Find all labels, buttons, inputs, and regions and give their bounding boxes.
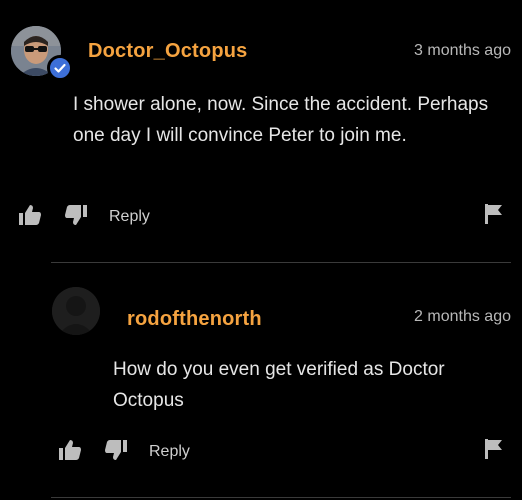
thumbs-up-icon[interactable] <box>18 204 42 226</box>
comment-text: How do you even get verified as Doctor O… <box>113 359 445 411</box>
divider <box>51 497 511 498</box>
timestamp: 2 months ago <box>414 308 511 325</box>
comment: Doctor_Octopus 3 months ago I shower alo… <box>0 0 522 262</box>
reply-comment: rodofthenorth 2 months ago How do you ev… <box>0 262 522 500</box>
flag-icon[interactable] <box>484 203 504 225</box>
verified-check-icon <box>47 55 73 81</box>
thumbs-down-icon[interactable] <box>64 204 88 226</box>
comment-text: I shower alone, now. Since the accident.… <box>73 94 489 146</box>
reply-button[interactable]: Reply <box>149 443 190 461</box>
thumbs-down-icon[interactable] <box>104 439 128 461</box>
flag-icon[interactable] <box>484 438 504 460</box>
timestamp: 3 months ago <box>414 42 511 59</box>
default-avatar-icon <box>52 287 100 335</box>
thumbs-up-icon[interactable] <box>58 439 82 461</box>
username[interactable]: Doctor_Octopus <box>88 40 247 63</box>
username[interactable]: rodofthenorth <box>127 308 262 331</box>
reply-button[interactable]: Reply <box>109 208 150 226</box>
avatar[interactable] <box>52 287 100 335</box>
